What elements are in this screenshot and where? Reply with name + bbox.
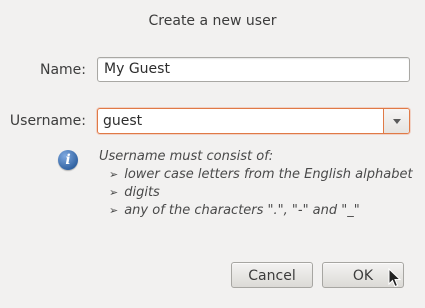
hint-item-text: digits xyxy=(124,185,160,200)
hint-item-text: any of the characters ".", "-" and "_" xyxy=(124,203,360,218)
name-field-value: My Guest xyxy=(104,61,170,77)
username-label: Username: xyxy=(9,113,86,129)
username-hint: Username must consist of: ➢ lower case le… xyxy=(99,148,417,220)
hint-item: ➢ any of the characters ".", "-" and "_" xyxy=(99,202,417,220)
name-field[interactable]: My Guest xyxy=(97,57,410,82)
chevron-down-icon xyxy=(393,119,401,124)
hint-item: ➢ digits xyxy=(99,184,417,202)
mouse-pointer-icon xyxy=(388,268,402,288)
bullet-arrow-icon: ➢ xyxy=(109,186,119,199)
bullet-arrow-icon: ➢ xyxy=(109,204,119,217)
hint-item: ➢ lower case letters from the English alp… xyxy=(99,166,417,184)
dialog-title: Create a new user xyxy=(148,13,277,29)
bullet-arrow-icon: ➢ xyxy=(109,168,119,181)
hint-heading: Username must consist of: xyxy=(99,149,274,164)
username-dropdown-button[interactable] xyxy=(383,109,409,133)
name-label: Name: xyxy=(39,62,86,78)
cancel-button[interactable]: Cancel xyxy=(231,262,313,288)
username-combo[interactable]: guest xyxy=(97,108,410,134)
info-icon: i xyxy=(58,150,78,170)
username-field[interactable]: guest xyxy=(98,109,382,133)
create-user-dialog: Create a new user Name: My Guest Usernam… xyxy=(0,0,425,308)
hint-item-text: lower case letters from the English alph… xyxy=(124,167,413,182)
